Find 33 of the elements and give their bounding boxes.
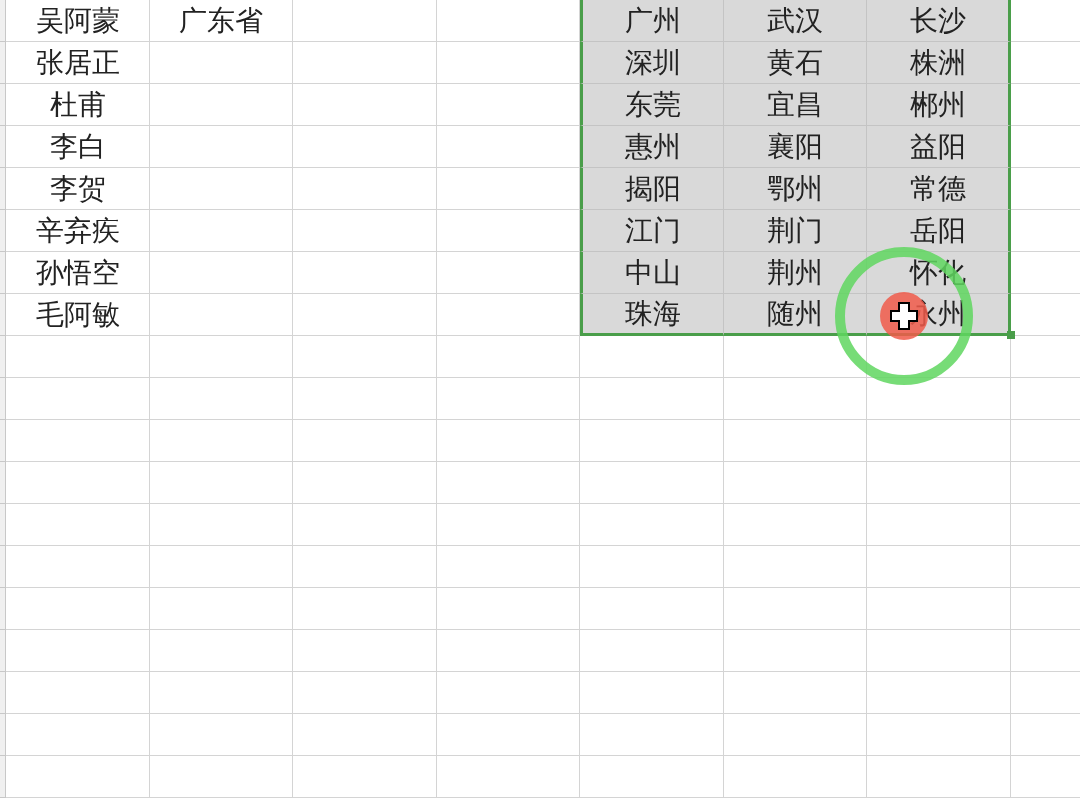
table-cell: 惠州 [580,126,724,168]
table-cell: 岳阳 [867,210,1011,252]
table-cell: 杜甫 [6,84,150,126]
table-cell: 广东省 [150,0,293,42]
table-cell: 宜昌 [724,84,867,126]
table-cell: 张居正 [6,42,150,84]
table-cell: 中山 [580,252,724,294]
table-cell: 毛阿敏 [6,294,150,336]
table-cell: 荆门 [724,210,867,252]
table-cell: 吴阿蒙 [6,0,150,42]
table-cell: 荆州 [724,252,867,294]
table-cell: 襄阳 [724,126,867,168]
table-cell: 郴州 [867,84,1011,126]
table-cell: 珠海 [580,294,724,336]
table-cell: 长沙 [867,0,1011,42]
table-cell: 株洲 [867,42,1011,84]
table-cell: 鄂州 [724,168,867,210]
table-cell: 江门 [580,210,724,252]
table-cell: 深圳 [580,42,724,84]
table-cell: 随州 [724,294,867,336]
table-cell: 广州 [580,0,724,42]
table-cell: 常德 [867,168,1011,210]
table-cell: 李白 [6,126,150,168]
table-cell: 李贺 [6,168,150,210]
table-cell: 东莞 [580,84,724,126]
fill-handle-icon[interactable] [1007,331,1015,339]
table-cell: 武汉 [724,0,867,42]
table-cell: 黄石 [724,42,867,84]
table-cell: 辛弃疾 [6,210,150,252]
table-cell: 益阳 [867,126,1011,168]
table-cell: 孙悟空 [6,252,150,294]
click-ring-icon [833,245,975,387]
table-cell: 揭阳 [580,168,724,210]
